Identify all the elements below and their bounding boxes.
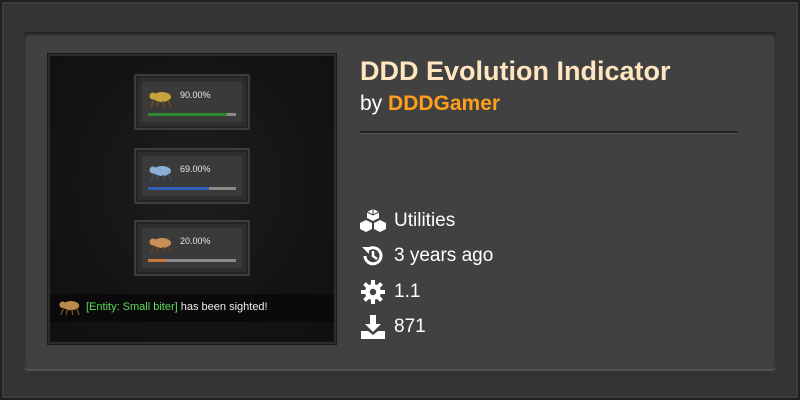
biter-icon — [149, 166, 172, 182]
history-icon — [360, 243, 386, 269]
byline: by DDDGamer — [360, 92, 500, 116]
mod-title[interactable]: DDD Evolution Indicator — [360, 56, 671, 87]
evolution-bar — [148, 187, 236, 190]
sighting-message: [Entity: Small biter] has been sighted! — [50, 294, 334, 322]
mod-thumbnail[interactable]: 90.00% 69.00% 20.00% [Entity: Small bite… — [48, 54, 336, 344]
sighting-suffix: has been sighted! — [177, 301, 268, 313]
evolution-bar-fill — [148, 259, 166, 262]
biter-icon — [59, 301, 80, 316]
evolution-indicator: 90.00% — [134, 74, 250, 130]
entity-name: [Entity: Small biter] — [86, 301, 178, 313]
download-icon — [360, 314, 386, 340]
evolution-indicator: 20.00% — [134, 220, 250, 276]
by-prefix: by — [360, 92, 383, 115]
evolution-percent: 69.00% — [180, 164, 211, 174]
evolution-bar — [148, 259, 236, 262]
thumbnail-image: 90.00% 69.00% 20.00% [Entity: Small bite… — [50, 56, 334, 342]
updated-label: 3 years ago — [394, 245, 494, 266]
evolution-bar — [148, 113, 236, 116]
divider — [360, 131, 738, 133]
evolution-percent: 90.00% — [180, 90, 211, 100]
evolution-bar-fill — [148, 187, 209, 190]
author-link[interactable]: DDDGamer — [388, 92, 500, 115]
evolution-bar-fill — [148, 113, 228, 116]
sighting-message-text: [Entity: Small biter] has been sighted! — [86, 301, 268, 313]
evolution-indicator: 69.00% — [134, 148, 250, 204]
category-label[interactable]: Utilities — [394, 210, 455, 232]
downloads-label: 871 — [394, 316, 426, 337]
downloads-row: 871 — [360, 314, 426, 340]
version-label: 1.1 — [394, 281, 421, 302]
biter-icon — [149, 238, 172, 254]
biter-icon — [149, 92, 172, 108]
updated-row: 3 years ago — [360, 243, 493, 269]
cubes-icon — [360, 208, 386, 234]
evolution-percent: 20.00% — [180, 236, 211, 246]
version-row: 1.1 — [360, 279, 420, 305]
gear-icon — [360, 279, 386, 305]
category-row: Utilities — [360, 208, 455, 234]
